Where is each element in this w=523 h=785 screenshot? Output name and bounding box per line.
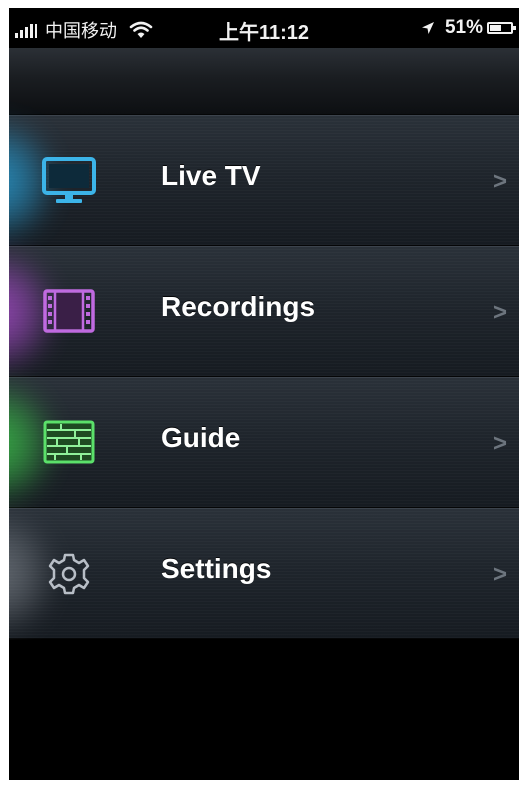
signal-strength-icon: [15, 22, 37, 38]
carrier-name: 中国移动: [45, 21, 117, 41]
status-left: 中国移动: [15, 17, 153, 43]
guide-grid-icon: [43, 420, 95, 464]
menu-item-guide[interactable]: Guide >: [9, 377, 519, 508]
phone-screen: 中国移动 上午11:12 51% Live TV > Recordings > …: [9, 8, 519, 780]
menu-item-label: Live TV: [161, 160, 261, 191]
main-menu: Live TV > Recordings > Guide > Settings …: [9, 115, 519, 639]
status-right: 51%: [421, 17, 516, 39]
menu-item-label: Guide: [161, 422, 241, 453]
menu-item-label: Recordings: [161, 291, 316, 322]
chevron-right-icon: >: [492, 430, 507, 457]
wifi-icon: [129, 21, 153, 38]
menu-item-label: Settings: [161, 553, 272, 584]
film-icon: [43, 289, 95, 333]
empty-background: [9, 640, 519, 780]
chevron-right-icon: >: [492, 299, 507, 326]
chevron-right-icon: >: [492, 168, 507, 195]
status-time: 上午11:12: [219, 22, 310, 44]
chevron-right-icon: >: [492, 561, 507, 588]
battery-percent: 51%: [444, 17, 483, 38]
status-bar: 中国移动 上午11:12 51%: [9, 8, 519, 48]
gear-icon: [48, 553, 90, 595]
battery-icon: [487, 22, 516, 34]
location-arrow-icon: [421, 22, 434, 34]
menu-item-live-tv[interactable]: Live TV >: [9, 115, 519, 246]
menu-item-recordings[interactable]: Recordings >: [9, 246, 519, 377]
navigation-bar: [9, 48, 519, 115]
tv-icon: [42, 157, 96, 203]
menu-item-settings[interactable]: Settings >: [9, 508, 519, 639]
